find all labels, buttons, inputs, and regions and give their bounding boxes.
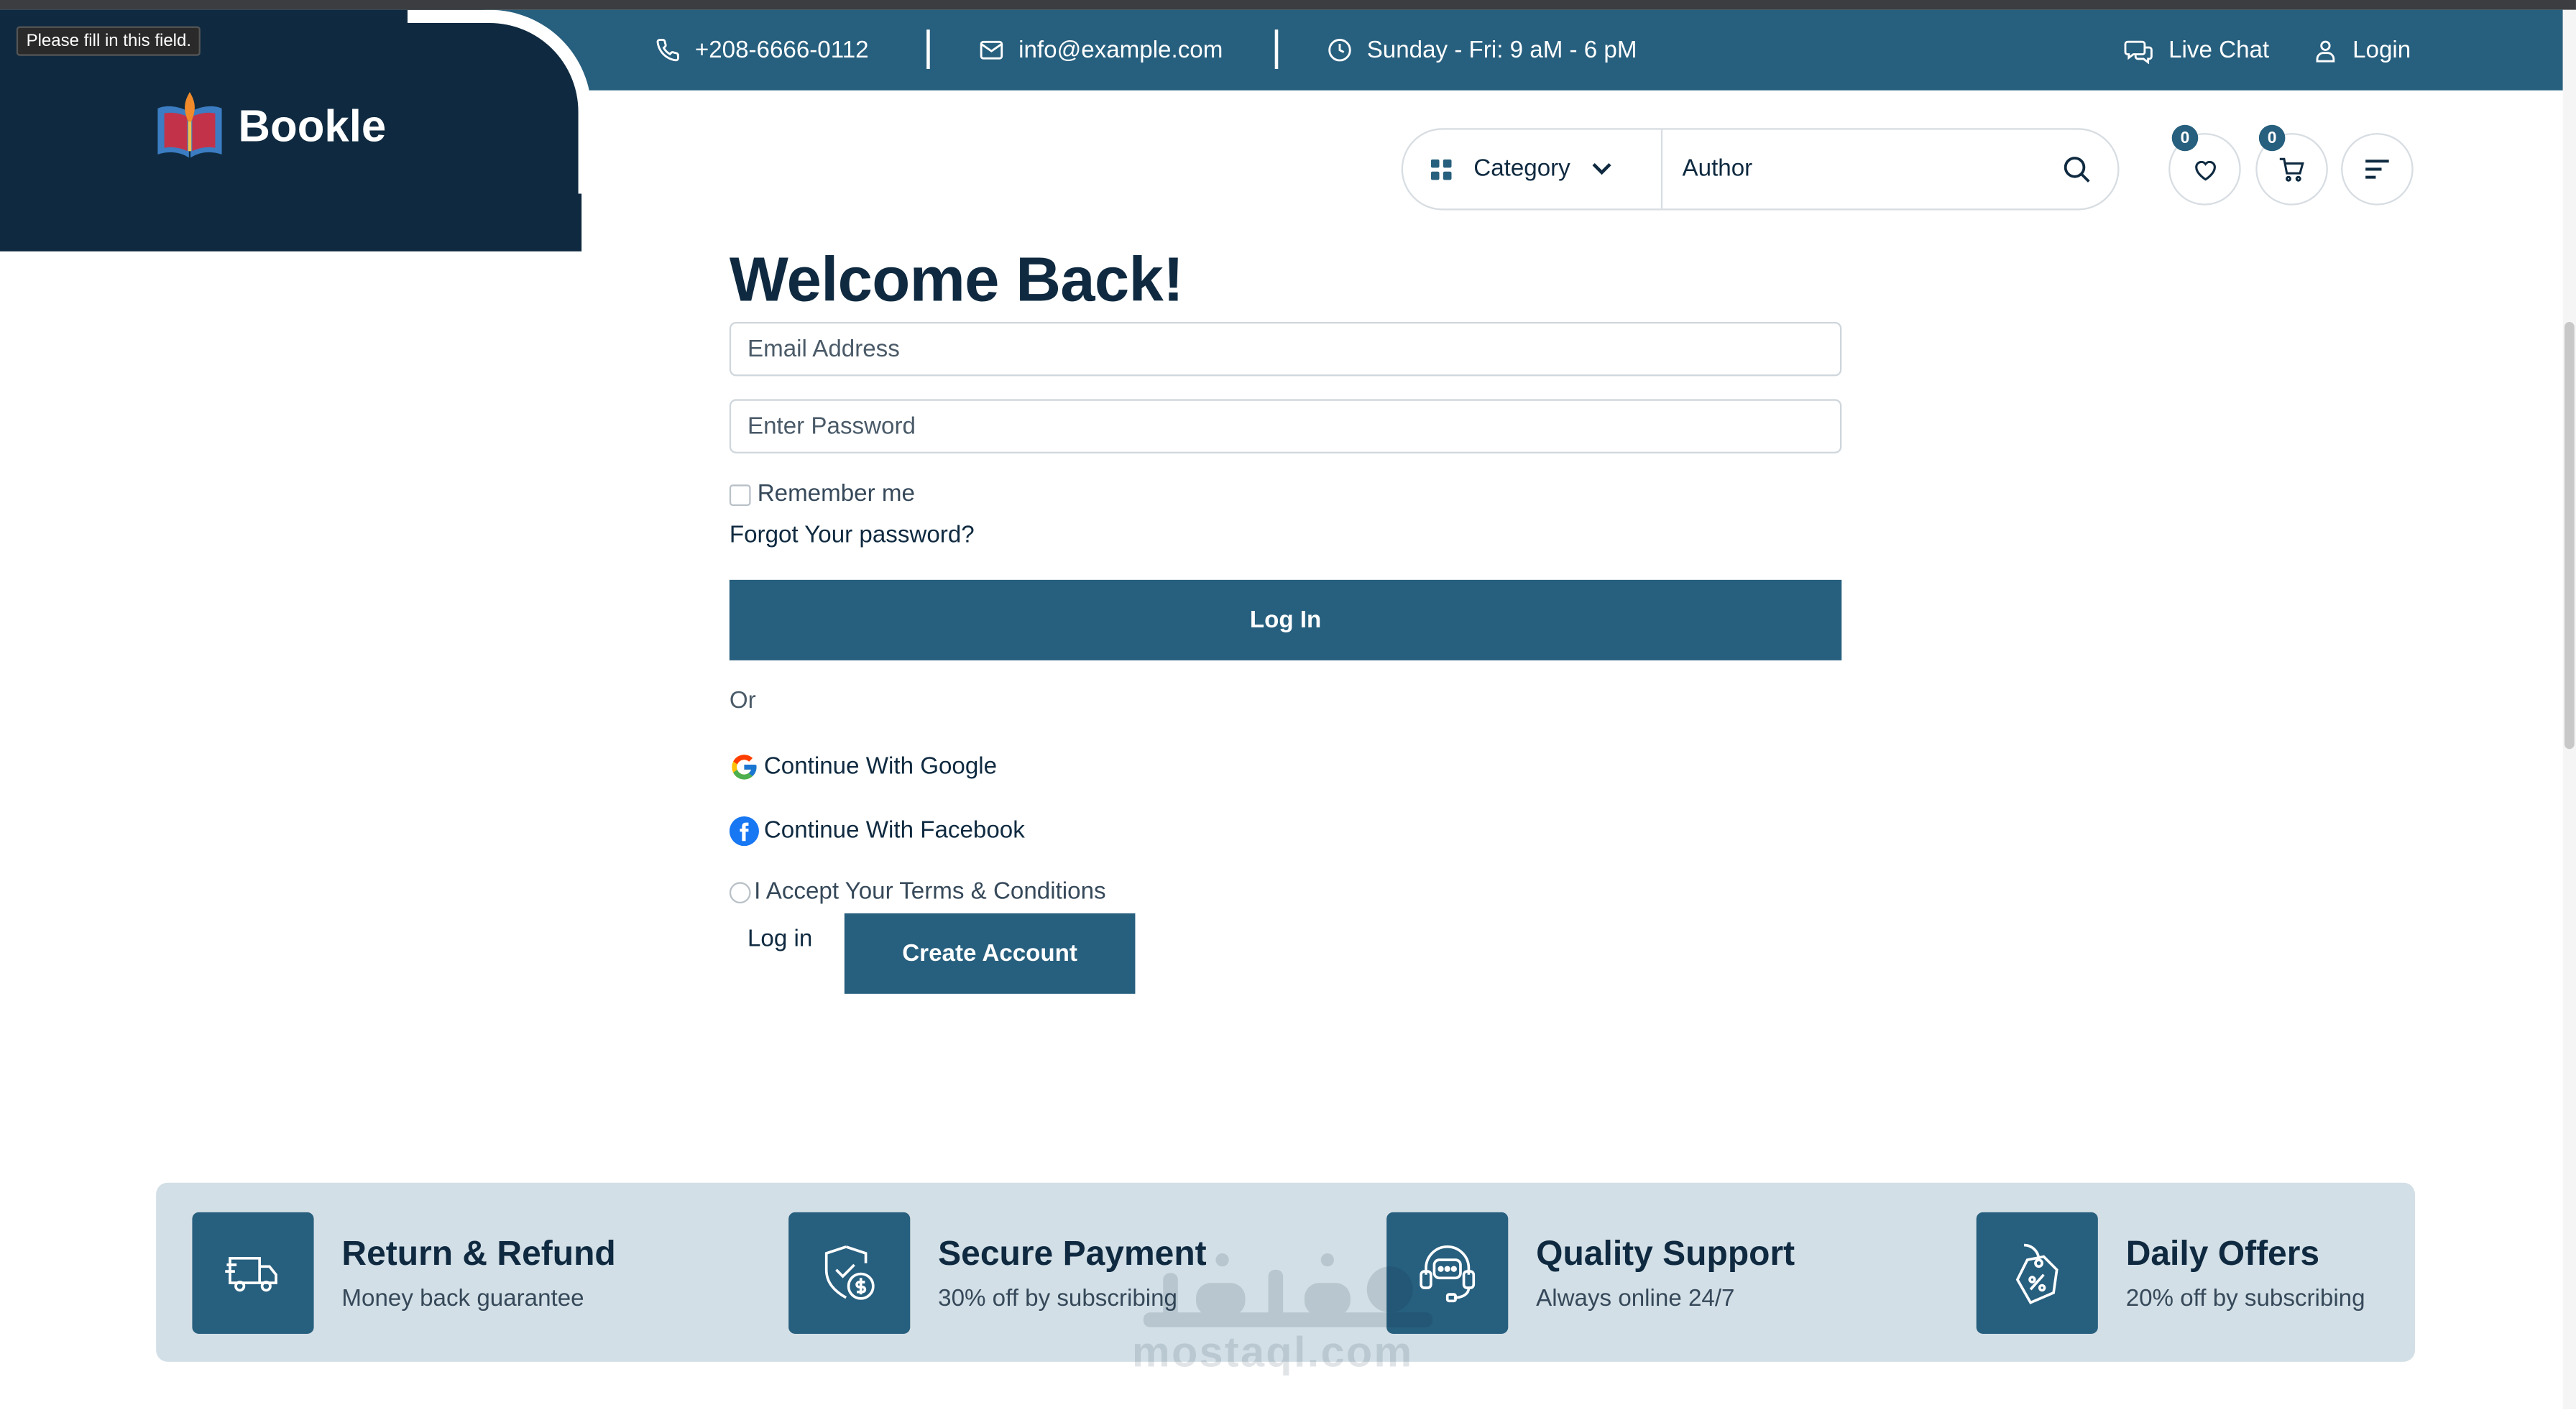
mail-icon [980,40,1003,60]
chevron-down-icon [1592,162,1611,175]
terms-label: I Accept Your Terms & Conditions [754,878,1106,906]
browser-top-strip [0,0,2576,10]
discount-tag-icon [2015,1243,2058,1304]
phone-contact[interactable]: +208-6666-0112 [656,10,869,91]
facebook-icon [729,816,759,847]
live-chat-link[interactable]: Live Chat [2124,10,2269,91]
feature-quality-support: Quality Support Always online 24/7 [1386,1212,1795,1334]
search-input[interactable] [1682,146,2044,193]
login-label: Login [2352,37,2411,63]
opening-hours: Sunday - Fri: 9 aM - 6 pM [1328,10,1637,91]
google-icon [732,755,757,780]
or-divider: Or [729,688,756,715]
feature-icon-box [1976,1212,2098,1334]
live-chat-label: Live Chat [2168,37,2270,63]
phone-number: +208-6666-0112 [694,37,869,63]
scrollbar[interactable] [2562,9,2576,1410]
search-bar: Category [1401,128,2120,211]
remember-label: Remember me [757,481,915,508]
scrollbar-thumb[interactable] [2564,321,2575,750]
facebook-login-button[interactable]: Continue With Facebook [729,816,1025,847]
remember-checkbox[interactable] [729,484,751,505]
clock-icon [1328,38,1351,62]
feature-title: Daily Offers [2125,1234,2320,1273]
delivery-truck-icon [225,1257,277,1292]
grid-icon [1430,158,1452,180]
page: Bookle Please fill in this field. +208-6… [0,0,2576,1410]
feature-daily-offers: Daily Offers 20% off by subscribing [1976,1212,2365,1334]
cart-button[interactable]: 0 [2255,124,2328,206]
feature-icon-box [192,1212,314,1334]
feature-title: Quality Support [1536,1234,1795,1273]
feature-subtitle: 20% off by subscribing [2125,1285,2365,1312]
page-title: Welcome Back! [729,246,1184,315]
validation-tooltip: Please fill in this field. [16,26,201,56]
brand-logo[interactable]: Bookle [155,88,386,164]
topbar-divider [1274,29,1279,69]
feature-title: Return & Refund [341,1234,616,1273]
shield-dollar-icon [824,1245,875,1300]
search-button[interactable] [2058,151,2094,187]
login-link-top[interactable]: Login [2313,10,2411,91]
watermark-text: mostaql.com [1131,1327,1414,1377]
facebook-label: Continue With Facebook [763,818,1025,844]
feature-subtitle: Money back guarantee [341,1285,584,1312]
terms-consent[interactable]: I Accept Your Terms & Conditions [729,878,1106,906]
remember-me[interactable]: Remember me [729,481,915,508]
hours-text: Sunday - Fri: 9 aM - 6 pM [1366,37,1637,63]
feature-icon-box [788,1212,911,1334]
email-field[interactable] [729,321,1842,377]
topbar-divider [926,29,930,69]
google-label: Continue With Google [763,754,998,780]
cart-icon [2279,157,2304,181]
menu-icon [2365,160,2389,179]
heart-icon [2194,160,2215,181]
email-address: info@example.com [1018,37,1223,63]
email-contact[interactable]: info@example.com [979,10,1223,91]
wishlist-button[interactable]: 0 [2168,124,2241,206]
feature-subtitle: Always online 24/7 [1536,1285,1735,1312]
menu-button[interactable] [2341,133,2414,206]
category-label: Category [1473,156,1570,183]
google-login-button[interactable]: Continue With Google [730,752,997,782]
brand-name: Bookle [238,101,387,151]
chat-bubbles-icon [2124,40,2153,63]
feature-return-refund: Return & Refund Money back guarantee [192,1212,616,1334]
user-icon [2316,40,2335,62]
category-dropdown[interactable]: Category [1403,129,1663,209]
create-account-button[interactable]: Create Account [844,913,1136,994]
wishlist-count-badge: 0 [2171,124,2199,152]
search-icon [2064,157,2090,183]
cart-count-badge: 0 [2258,124,2286,152]
forgot-password-link[interactable]: Forgot Your password? [730,522,975,549]
phone-icon [656,38,679,62]
terms-radio[interactable] [729,881,751,903]
book-pen-logo-icon [157,91,222,158]
password-field[interactable] [729,399,1842,453]
log-in-button[interactable]: Log In [729,579,1842,660]
log-in-link[interactable]: Log in [748,926,812,953]
